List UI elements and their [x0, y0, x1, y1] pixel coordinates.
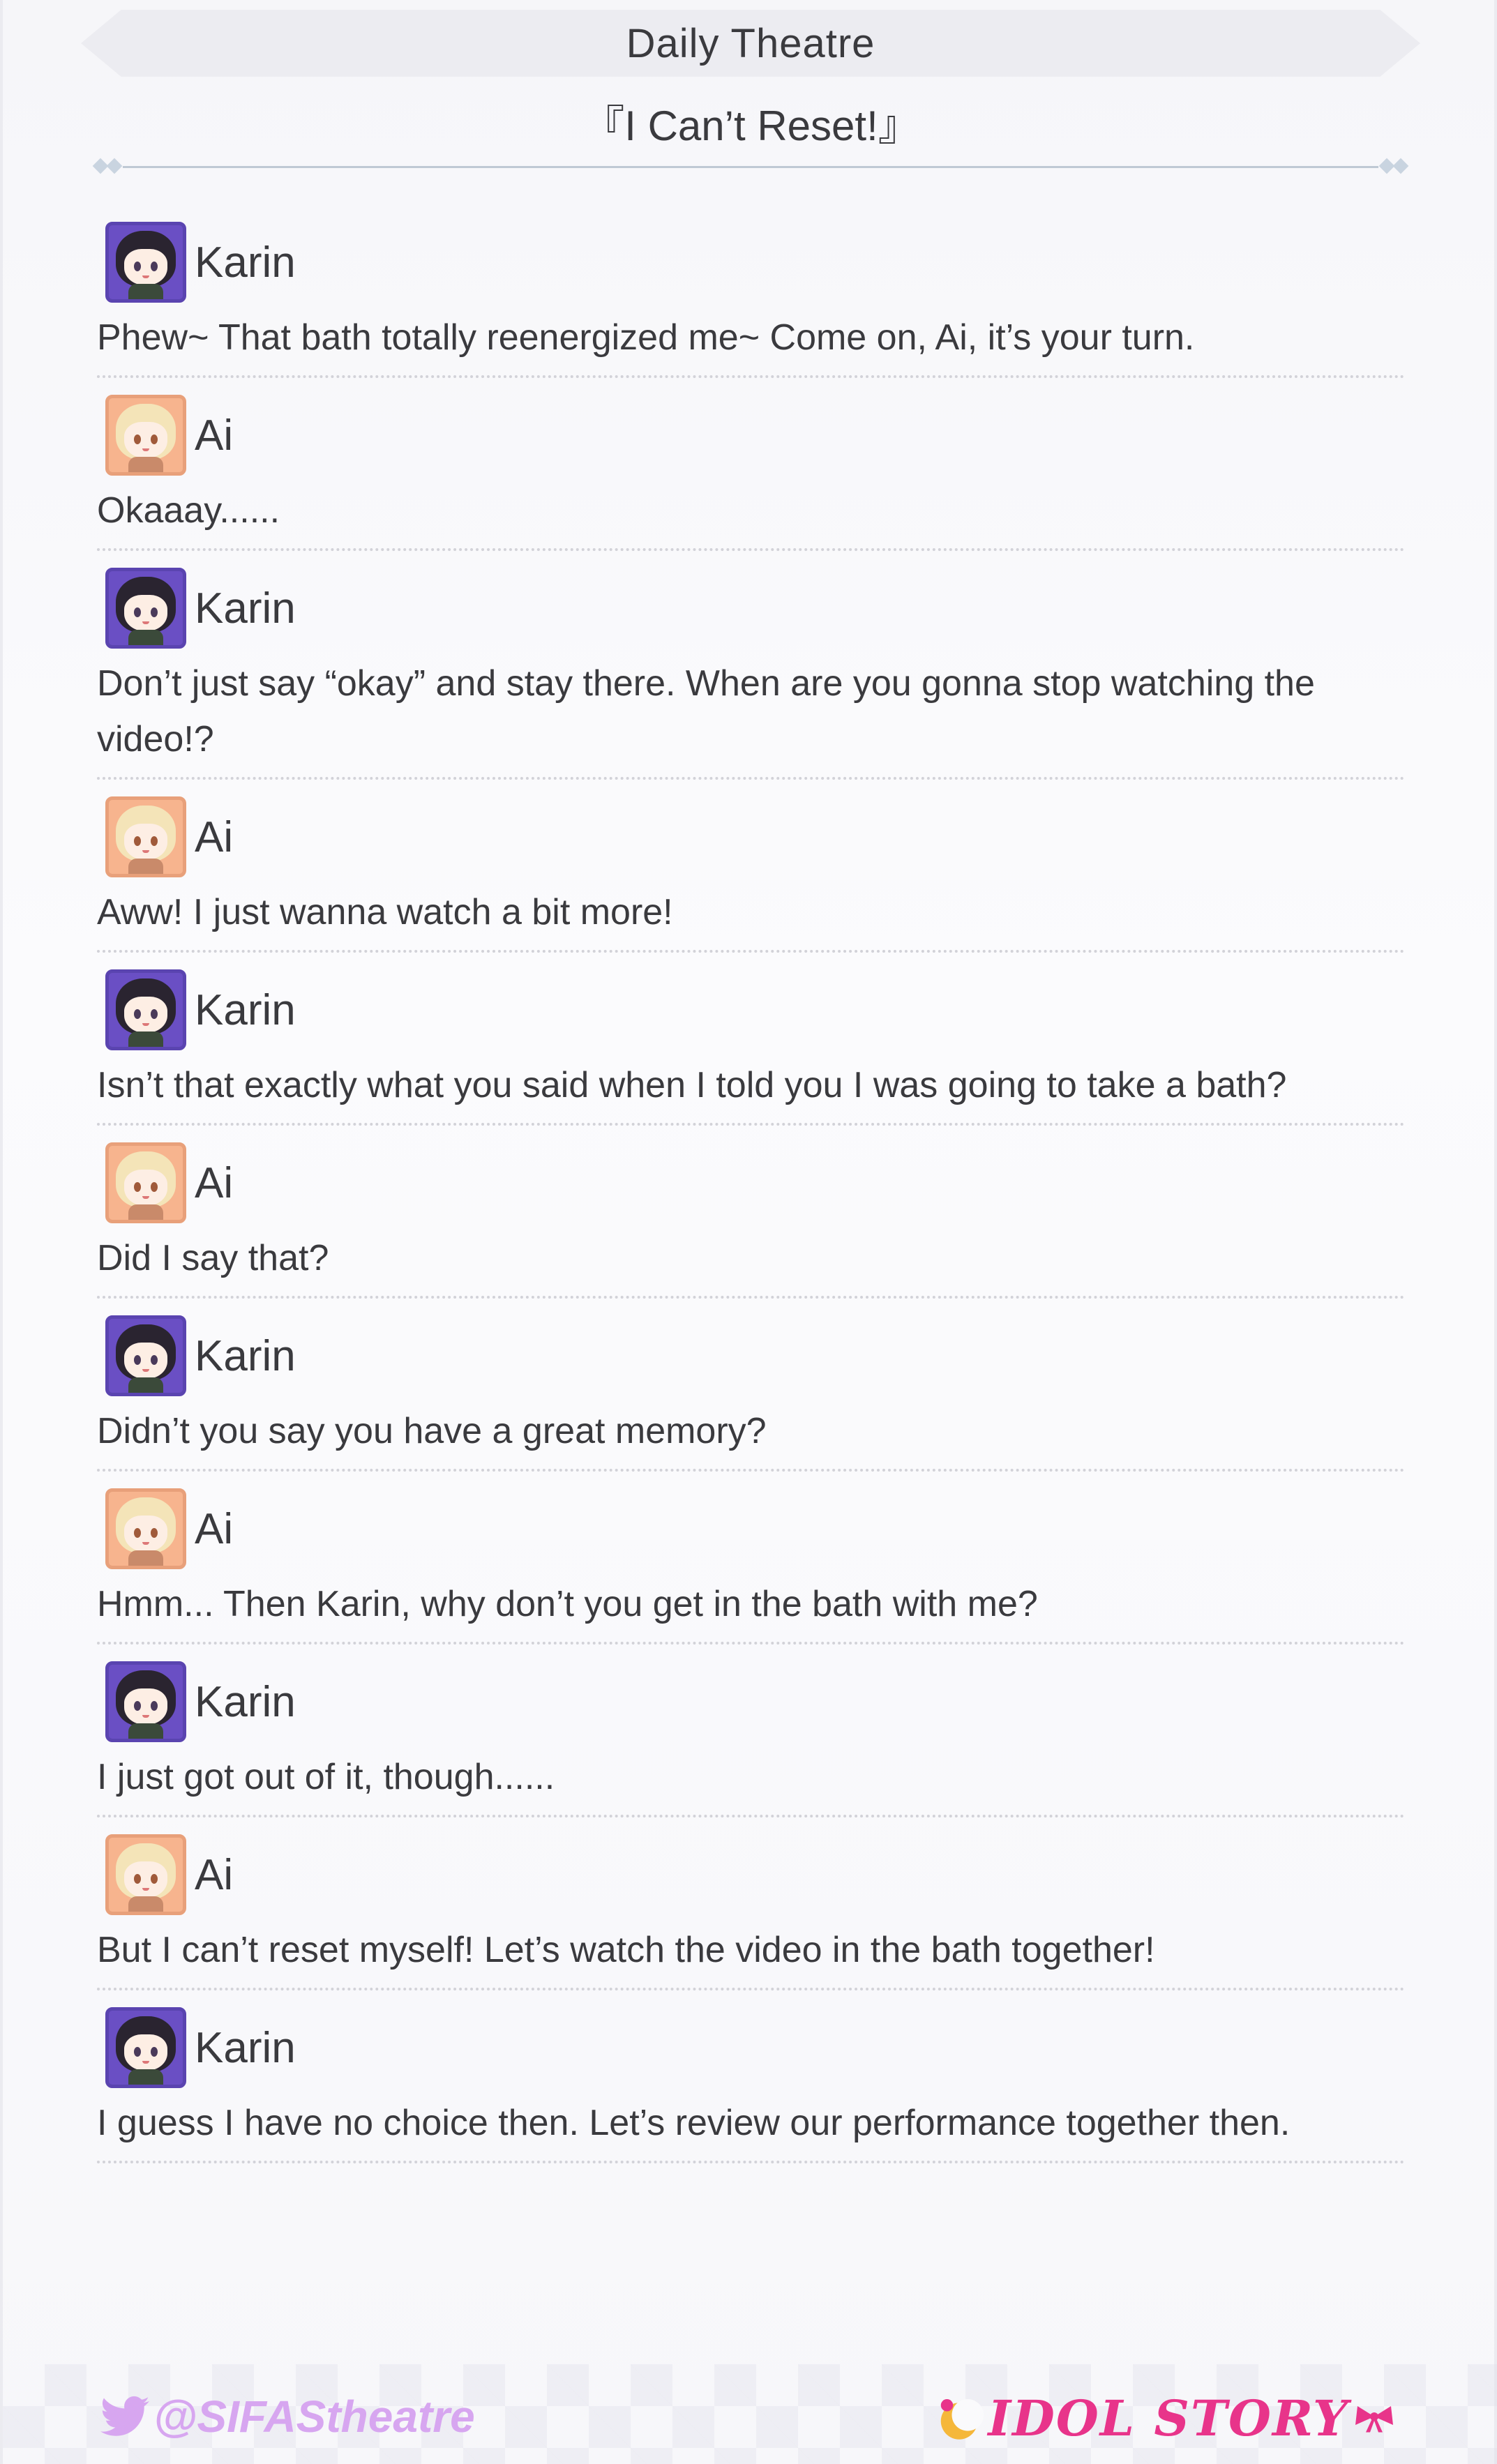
- handle-text: @SIFAStheatre: [153, 2391, 475, 2442]
- section-title: Daily Theatre: [626, 20, 875, 66]
- dialogue-entry: Ai Hmm... Then Karin, why don’t you get i…: [97, 1472, 1405, 1645]
- speaker-name: Karin: [195, 985, 296, 1034]
- speaker-row: Karin: [97, 551, 1405, 656]
- speaker-name: Ai: [195, 411, 234, 460]
- dialogue-line: Don’t just say “okay” and stay there. Wh…: [97, 663, 1315, 759]
- speaker-row: Ai: [97, 378, 1405, 483]
- dialogue-line: But I can’t reset myself! Let’s watch th…: [97, 1930, 1155, 1970]
- speaker-row: Karin: [97, 953, 1405, 1057]
- speaker-row: Ai: [97, 1472, 1405, 1576]
- dialogue-entry: Ai But I can’t reset myself! Let’s watch …: [97, 1817, 1405, 1990]
- karin-avatar-icon: [105, 1661, 186, 1742]
- dialogue-line: I guess I have no choice then. Let’s rev…: [97, 2103, 1291, 2143]
- karin-avatar-icon: [105, 568, 186, 649]
- speaker-row: Karin: [97, 1990, 1405, 2095]
- divider-diamond-icon: [1392, 158, 1409, 174]
- dialogue-list: Karin Phew~ That bath totally reenergized…: [97, 205, 1405, 2163]
- dialogue-entry: Ai Did I say that?: [97, 1126, 1405, 1299]
- idol-story-logo: IDOL STORY: [935, 2389, 1395, 2447]
- dialogue-entry: Ai Okaaay......: [97, 378, 1405, 551]
- karin-avatar-icon: [105, 1315, 186, 1396]
- speaker-name: Karin: [195, 1331, 296, 1380]
- dialogue-line: I just got out of it, though......: [97, 1757, 555, 1797]
- header-banner: Daily Theatre: [81, 10, 1420, 77]
- ai-avatar-icon: [105, 796, 186, 877]
- ai-avatar-icon: [105, 1142, 186, 1223]
- theatre-page: Daily Theatre 『I Can’t Reset!』 Karin Phew…: [0, 0, 1497, 2464]
- dialogue-entry: Karin Didn’t you say you have a great mem…: [97, 1299, 1405, 1472]
- speaker-name: Ai: [195, 1504, 234, 1553]
- speaker-name: Ai: [195, 812, 234, 861]
- theatre-title: 『I Can’t Reset!』: [582, 103, 920, 149]
- speaker-row: Karin: [97, 205, 1405, 310]
- speaker-name: Ai: [195, 1158, 234, 1207]
- dialogue-entry: Karin I guess I have no choice then. Let’…: [97, 1990, 1405, 2163]
- dialogue-entry: Karin Don’t just say “okay” and stay ther…: [97, 551, 1405, 780]
- ai-avatar-icon: [105, 1488, 186, 1569]
- speaker-row: Karin: [97, 1645, 1405, 1749]
- dialogue-entry: Karin Isn’t that exactly what you said wh…: [97, 953, 1405, 1126]
- ai-avatar-icon: [105, 1834, 186, 1915]
- speaker-row: Ai: [97, 1817, 1405, 1922]
- moon-icon: [941, 2398, 984, 2440]
- dialogue-entry: Karin I just got out of it, though......: [97, 1645, 1405, 1817]
- divider-diamond-icon: [106, 158, 123, 174]
- speaker-name: Karin: [195, 584, 296, 633]
- ribbon-bow-icon: [1355, 2405, 1393, 2432]
- dialogue-line: Aww! I just wanna watch a bit more!: [97, 892, 673, 932]
- speaker-name: Karin: [195, 2023, 296, 2072]
- dialogue-line: Did I say that?: [97, 1238, 329, 1278]
- dialogue-line: Okaaay......: [97, 490, 280, 531]
- divider-line: [123, 166, 1378, 168]
- speaker-name: Ai: [195, 1850, 234, 1899]
- karin-avatar-icon: [105, 222, 186, 303]
- title-divider: [92, 156, 1409, 177]
- speaker-row: Karin: [97, 1299, 1405, 1403]
- speaker-name: Karin: [195, 1677, 296, 1726]
- karin-avatar-icon: [105, 969, 186, 1050]
- twitter-handle[interactable]: @SIFAStheatre: [100, 2391, 475, 2442]
- karin-avatar-icon: [105, 2007, 186, 2088]
- dialogue-line: Hmm... Then Karin, why don’t you get in …: [97, 1584, 1038, 1624]
- dialogue-entry: Karin Phew~ That bath totally reenergized…: [97, 205, 1405, 378]
- dialogue-entry: Ai Aww! I just wanna watch a bit more!: [97, 780, 1405, 953]
- twitter-bird-icon: [100, 2396, 149, 2436]
- dialogue-line: Isn’t that exactly what you said when I …: [97, 1065, 1287, 1105]
- speaker-row: Ai: [97, 780, 1405, 884]
- ai-avatar-icon: [105, 395, 186, 476]
- logo-text: IDOL STORY: [988, 2389, 1349, 2447]
- dialogue-line: Didn’t you say you have a great memory?: [97, 1411, 767, 1451]
- dialogue-line: Phew~ That bath totally reenergized me~ …: [97, 317, 1195, 358]
- footer: @SIFAStheatre IDOL STORY: [3, 2364, 1497, 2464]
- speaker-row: Ai: [97, 1126, 1405, 1230]
- speaker-name: Karin: [195, 238, 296, 287]
